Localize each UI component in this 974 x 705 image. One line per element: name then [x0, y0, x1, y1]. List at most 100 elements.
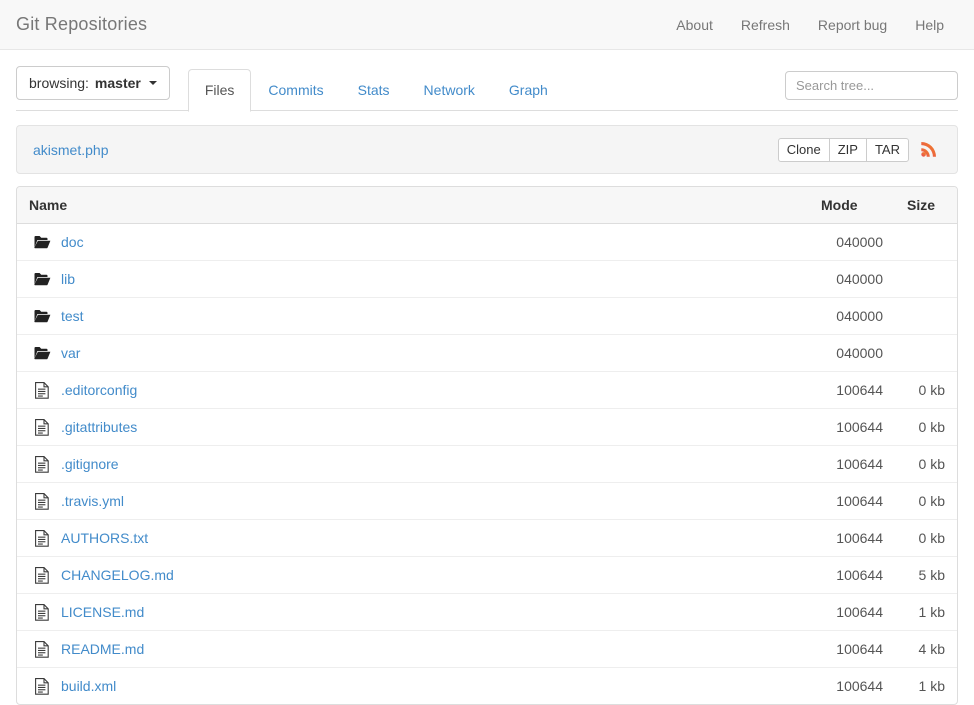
search-input[interactable] [785, 71, 958, 100]
download-button-group: Clone ZIP TAR [778, 138, 909, 162]
file-name-cell: LICENSE.md [17, 594, 809, 631]
file-mode-cell: 100644 [809, 557, 895, 594]
file-size-cell: 1 kb [895, 594, 957, 631]
file-link[interactable]: README.md [61, 641, 144, 657]
tab-commits[interactable]: Commits [251, 69, 340, 112]
table-row[interactable]: .gitignore1006440 kb [17, 446, 957, 483]
file-tree-head: Name Mode Size [17, 187, 957, 224]
file-name-cell: build.xml [17, 668, 809, 705]
header-nav: About Refresh Report bug Help [676, 17, 958, 33]
repo-toolbar: browsing: master Files Commits Stats Net… [0, 50, 974, 111]
file-link[interactable]: .gitattributes [61, 419, 137, 435]
file-size-cell [895, 298, 957, 335]
column-header-size: Size [895, 187, 957, 224]
table-row[interactable]: .editorconfig 1006440 kb [17, 372, 957, 409]
file-mode-cell: 100644 [809, 409, 895, 446]
file-mode-cell: 100644 [809, 483, 895, 520]
file-mode-cell: 100644 [809, 446, 895, 483]
file-name-wrapper: build.xml [29, 677, 797, 695]
table-row[interactable]: CHANGELOG.md 1006445 kb [17, 557, 957, 594]
breadcrumb-repo-link[interactable]: akismet.php [33, 142, 108, 158]
repo-tabs: Files Commits Stats Network Graph [188, 50, 565, 111]
file-link[interactable]: lib [61, 271, 75, 287]
file-size-cell [895, 224, 957, 261]
file-name-wrapper: lib [29, 270, 797, 288]
table-row[interactable]: doc 040000 [17, 224, 957, 261]
document-icon [33, 381, 51, 399]
file-link[interactable]: var [61, 345, 80, 361]
file-size-cell [895, 261, 957, 298]
file-mode-cell: 100644 [809, 372, 895, 409]
file-name-cell: .gitattributes [17, 409, 809, 446]
file-link[interactable]: AUTHORS.txt [61, 530, 148, 546]
tab-graph[interactable]: Graph [492, 69, 565, 112]
file-name-wrapper: .gitignore [29, 455, 797, 473]
breadcrumb-bar: akismet.php Clone ZIP TAR [16, 125, 958, 174]
file-link[interactable]: .gitignore [61, 456, 119, 472]
file-name-cell: lib [17, 261, 809, 298]
document-icon [33, 566, 51, 584]
tab-network[interactable]: Network [407, 69, 492, 112]
file-name-cell: AUTHORS.txt [17, 520, 809, 557]
table-row[interactable]: README.md 1006444 kb [17, 631, 957, 668]
file-link[interactable]: build.xml [61, 678, 116, 694]
zip-button[interactable]: ZIP [829, 138, 867, 162]
column-header-name: Name [17, 187, 809, 224]
tab-files[interactable]: Files [188, 69, 252, 112]
nav-link-refresh[interactable]: Refresh [741, 17, 790, 33]
table-row[interactable]: test 040000 [17, 298, 957, 335]
tar-button[interactable]: TAR [866, 138, 909, 162]
document-icon [33, 455, 51, 473]
file-name-cell: test [17, 298, 809, 335]
file-mode-cell: 100644 [809, 594, 895, 631]
tab-stats[interactable]: Stats [341, 69, 407, 112]
table-row[interactable]: lib040000 [17, 261, 957, 298]
column-header-mode: Mode [809, 187, 895, 224]
file-link[interactable]: test [61, 308, 84, 324]
file-name-wrapper: AUTHORS.txt [29, 529, 797, 547]
clone-button[interactable]: Clone [778, 138, 830, 162]
file-link[interactable]: doc [61, 234, 84, 250]
file-size-cell: 0 kb [895, 409, 957, 446]
file-mode-cell: 040000 [809, 224, 895, 261]
table-row[interactable]: .gitattributes 1006440 kb [17, 409, 957, 446]
table-header-row: Name Mode Size [17, 187, 957, 224]
file-size-cell: 5 kb [895, 557, 957, 594]
file-name-cell: .travis.yml [17, 483, 809, 520]
file-name-wrapper: .editorconfig [29, 381, 797, 399]
table-row[interactable]: LICENSE.md 1006441 kb [17, 594, 957, 631]
nav-link-report-bug[interactable]: Report bug [818, 17, 887, 33]
rss-icon[interactable] [919, 137, 941, 162]
folder-icon [33, 307, 51, 325]
branch-name-label: master [95, 75, 141, 91]
table-row[interactable]: build.xml1006441 kb [17, 668, 957, 705]
table-row[interactable]: AUTHORS.txt1006440 kb [17, 520, 957, 557]
document-icon [33, 492, 51, 510]
file-link[interactable]: .editorconfig [61, 382, 137, 398]
branch-selector-button[interactable]: browsing: master [16, 66, 170, 100]
file-mode-cell: 100644 [809, 520, 895, 557]
table-row[interactable]: var 040000 [17, 335, 957, 372]
file-tree-container: Name Mode Size doc040000lib040000test040… [16, 186, 958, 705]
folder-icon [33, 233, 51, 251]
app-brand: Git Repositories [16, 14, 147, 35]
file-link[interactable]: .travis.yml [61, 493, 124, 509]
file-mode-cell: 040000 [809, 335, 895, 372]
nav-link-about[interactable]: About [676, 17, 713, 33]
file-link[interactable]: CHANGELOG.md [61, 567, 174, 583]
file-name-cell: CHANGELOG.md [17, 557, 809, 594]
nav-link-help[interactable]: Help [915, 17, 944, 33]
file-mode-cell: 040000 [809, 298, 895, 335]
file-size-cell: 0 kb [895, 372, 957, 409]
file-name-wrapper: README.md [29, 640, 797, 658]
chevron-down-icon [149, 81, 157, 85]
file-mode-cell: 100644 [809, 668, 895, 705]
file-mode-cell: 100644 [809, 631, 895, 668]
file-name-wrapper: .travis.yml [29, 492, 797, 510]
table-row[interactable]: .travis.yml1006440 kb [17, 483, 957, 520]
file-link[interactable]: LICENSE.md [61, 604, 144, 620]
file-name-cell: doc [17, 224, 809, 261]
branch-prefix-label: browsing: [29, 75, 89, 91]
document-icon [33, 640, 51, 658]
file-size-cell: 4 kb [895, 631, 957, 668]
